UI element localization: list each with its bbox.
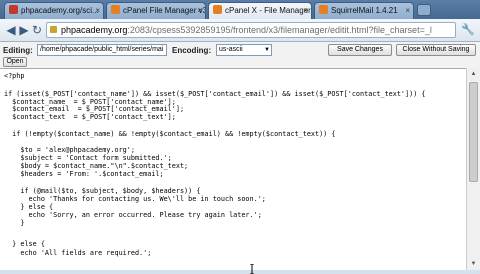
code-line: }	[4, 219, 25, 227]
editor-toolbar: Editing: /home/phpacade/public_html/seri…	[0, 42, 480, 68]
file-editor-page: Editing: /home/phpacade/public_html/seri…	[0, 42, 480, 274]
encoding-label: Encoding:	[172, 46, 212, 55]
code-line: $contact_email = $_POST['contact_email']…	[4, 105, 185, 113]
url-path: :2083/cpsess5392859195/frontend/x3/filem…	[127, 25, 432, 35]
lock-icon	[50, 26, 57, 33]
wrench-menu-icon[interactable]: 🔧	[460, 22, 476, 38]
code-line: <?php	[4, 72, 25, 80]
scroll-up-icon[interactable]: ▲	[467, 68, 480, 80]
tab-phpacademy[interactable]: phpacademy.org/sci... ×	[4, 2, 104, 19]
text-cursor-icon	[250, 264, 254, 274]
cpanel-favicon-icon	[319, 5, 328, 14]
code-line: if (isset($_POST['contact_name']) && iss…	[4, 90, 426, 98]
code-line: echo 'Sorry, an error occurred. Please t…	[4, 211, 262, 219]
tab-close-icon[interactable]: ×	[303, 3, 308, 18]
code-line: $contact_text = $_POST['contact_text'];	[4, 113, 176, 121]
tab-file-manager-v3[interactable]: cPanel File Manager v3 ×	[106, 2, 206, 19]
tab-label: cPanel X - File Manager	[225, 6, 311, 15]
code-line: echo 'All fields are required.';	[4, 249, 152, 257]
encoding-select[interactable]: us-ascii ▼	[216, 44, 272, 56]
address-bar[interactable]: phpacademy.org:2083/cpsess5392859195/fro…	[46, 22, 456, 38]
code-line: $subject = 'Contact form submitted.';	[4, 154, 172, 162]
open-button[interactable]: Open	[3, 57, 27, 67]
code-editor-textarea[interactable]: <?php if (isset($_POST['contact_name']) &…	[0, 68, 466, 270]
chevron-down-icon: ▼	[264, 47, 270, 53]
code-line: if (!empty($contact_name) && !empty($con…	[4, 130, 336, 138]
tab-close-icon[interactable]: ×	[197, 3, 202, 18]
code-line: $headers = 'From: '.$contact_email;	[4, 170, 164, 178]
tab-label: cPanel File Manager v3	[123, 6, 206, 15]
tab-close-icon[interactable]: ×	[95, 3, 100, 18]
code-line: echo 'Thanks for contacting us. We\'ll b…	[4, 195, 266, 203]
code-line: $body = $contact_name."\n".$contact_text…	[4, 162, 189, 170]
save-changes-button[interactable]: Save Changes	[328, 44, 392, 56]
file-path-field[interactable]: /home/phpacade/public_html/series/mai	[37, 44, 167, 56]
tab-squirrelmail[interactable]: SquirrelMail 1.4.21 ×	[314, 2, 414, 19]
code-line: } else {	[4, 240, 45, 248]
tab-file-manager-active[interactable]: cPanel X - File Manager ×	[208, 2, 312, 19]
tab-close-icon[interactable]: ×	[405, 3, 410, 18]
new-tab-button[interactable]	[417, 4, 431, 16]
browser-tab-bar: phpacademy.org/sci... × cPanel File Mana…	[0, 0, 480, 19]
code-line: $to = 'alex@phpacademy.org';	[4, 146, 135, 154]
browser-toolbar: ◀ ▶ ↻ phpacademy.org:2083/cpsess53928591…	[0, 19, 480, 42]
code-line: } else {	[4, 203, 54, 211]
tab-label: SquirrelMail 1.4.21	[331, 6, 398, 15]
scrollbar-thumb[interactable]	[469, 82, 478, 182]
editing-label: Editing:	[3, 46, 33, 55]
encoding-value: us-ascii	[219, 46, 243, 53]
cpanel-favicon-icon	[111, 5, 120, 14]
scroll-down-icon[interactable]: ▼	[467, 258, 480, 270]
reload-icon[interactable]: ↻	[29, 22, 45, 38]
code-line: if (@mail($to, $subject, $body, $headers…	[4, 187, 201, 195]
tab-label: phpacademy.org/sci...	[21, 6, 99, 15]
favicon-icon	[9, 5, 18, 14]
close-without-saving-button[interactable]: Close Without Saving	[396, 44, 476, 56]
cpanel-favicon-icon	[213, 5, 222, 14]
editor-scrollbar[interactable]: ▲ ▼	[466, 68, 480, 270]
url-host: phpacademy.org	[61, 25, 128, 35]
